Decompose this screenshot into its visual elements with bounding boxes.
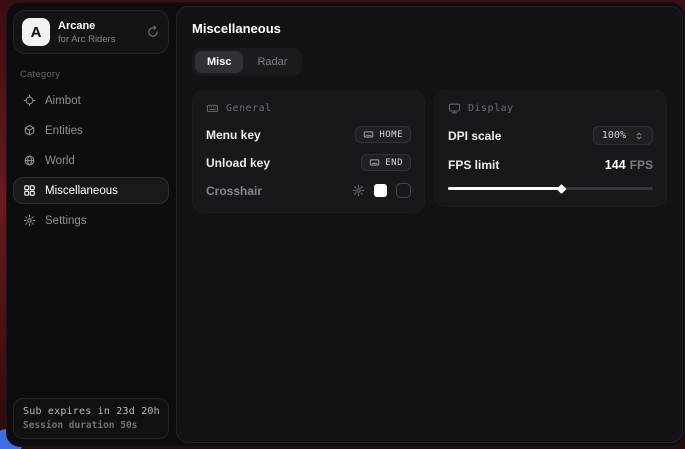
general-card-header: General [206, 102, 411, 115]
crosshair-controls [352, 183, 411, 198]
sidebar-item-label: Aimbot [45, 95, 81, 107]
grid-icon [23, 184, 36, 197]
tab-misc[interactable]: Misc [195, 51, 243, 73]
menu-key-button[interactable]: HOME [355, 126, 411, 143]
dpi-scale-value: 100% [602, 130, 626, 141]
page-title: Miscellaneous [192, 21, 667, 36]
dpi-scale-select[interactable]: 100% [593, 126, 653, 145]
unload-key-row: Unload key END [206, 154, 411, 171]
sidebar: A Arcane for Arc Riders Category [6, 2, 176, 447]
crosshair-settings-gear-icon[interactable] [352, 184, 365, 197]
fps-slider-track [448, 187, 653, 190]
tab-bar: Misc Radar [192, 48, 302, 76]
subscription-info-box: Sub expires in 23d 20h Session duration … [13, 398, 169, 439]
sidebar-nav: Aimbot Entities World [13, 87, 169, 234]
keyboard-icon [369, 157, 380, 168]
monitor-icon [448, 102, 461, 115]
app-window: A Arcane for Arc Riders Category [6, 2, 685, 447]
refresh-icon[interactable] [146, 25, 160, 39]
cube-icon [23, 124, 36, 137]
cards-row: General Menu key HOME Unload key [192, 90, 667, 213]
crosshair-label: Crosshair [206, 184, 262, 198]
unload-key-button[interactable]: END [361, 154, 411, 171]
fps-limit-unit: FPS [630, 158, 653, 172]
keyboard-icon [206, 102, 219, 115]
general-card-title: General [226, 103, 272, 114]
general-card: General Menu key HOME Unload key [192, 90, 425, 213]
fps-limit-value-group: 144 FPS [605, 156, 653, 174]
menu-key-label: Menu key [206, 128, 261, 142]
fps-slider-thumb[interactable] [556, 184, 566, 194]
menu-key-row: Menu key HOME [206, 126, 411, 143]
dpi-scale-row: DPI scale 100% [448, 126, 653, 145]
crosshair-color-swatch[interactable] [374, 184, 387, 197]
sidebar-item-label: Miscellaneous [45, 185, 118, 197]
sidebar-item-settings[interactable]: Settings [13, 207, 169, 234]
dpi-scale-label: DPI scale [448, 129, 501, 143]
sidebar-item-label: World [45, 155, 75, 167]
crosshair-checkbox[interactable] [396, 183, 411, 198]
unload-key-label: Unload key [206, 156, 270, 170]
sidebar-item-world[interactable]: World [13, 147, 169, 174]
fps-limit-slider[interactable] [448, 184, 653, 193]
sidebar-item-entities[interactable]: Entities [13, 117, 169, 144]
fps-limit-value: 144 [605, 158, 626, 172]
sidebar-item-aimbot[interactable]: Aimbot [13, 87, 169, 114]
app-subtitle: for Arc Riders [58, 34, 138, 45]
app-name: Arcane [58, 20, 138, 32]
globe-icon [23, 154, 36, 167]
gear-icon [23, 214, 36, 227]
sidebar-item-label: Entities [45, 125, 83, 137]
app-meta: Arcane for Arc Riders [58, 20, 138, 45]
menu-key-value: HOME [379, 130, 403, 140]
chevrons-up-down-icon [634, 131, 644, 141]
crosshair-icon [23, 94, 36, 107]
sub-expiry-text: Sub expires in 23d 20h [23, 406, 159, 417]
sidebar-item-miscellaneous[interactable]: Miscellaneous [13, 177, 169, 204]
display-card: Display DPI scale 100% FPS limit [434, 90, 667, 207]
app-header-card: A Arcane for Arc Riders [13, 10, 169, 54]
category-label: Category [20, 69, 169, 80]
session-duration-text: Session duration 50s [23, 420, 159, 431]
app-logo: A [22, 18, 50, 46]
fps-limit-label: FPS limit [448, 158, 499, 172]
tab-radar[interactable]: Radar [245, 51, 299, 73]
main-panel: Miscellaneous Misc Radar General Menu ke… [176, 6, 683, 443]
sidebar-item-label: Settings [45, 215, 87, 227]
display-card-title: Display [468, 103, 514, 114]
keyboard-icon [363, 129, 374, 140]
fps-slider-fill [448, 187, 561, 190]
unload-key-value: END [385, 158, 403, 168]
display-card-header: Display [448, 102, 653, 115]
fps-limit-row: FPS limit 144 FPS [448, 156, 653, 174]
crosshair-row: Crosshair [206, 182, 411, 199]
